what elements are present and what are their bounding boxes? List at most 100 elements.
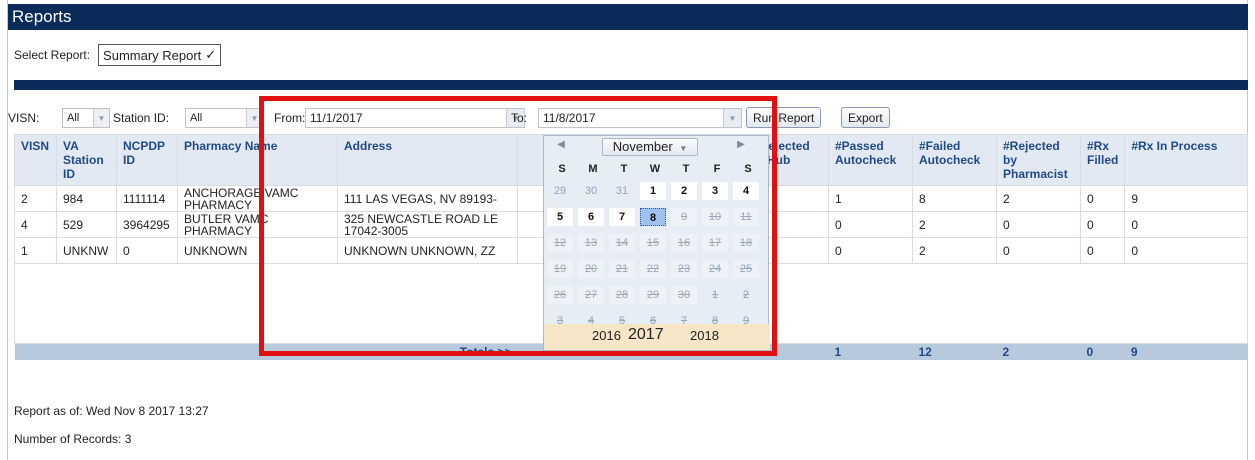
export-button[interactable]: Export <box>841 107 890 128</box>
calendar-day: 13 <box>578 234 604 252</box>
station-id-select[interactable]: All ▼ <box>185 108 263 128</box>
totals-value: 1 <box>828 343 913 360</box>
calendar-day: 1 <box>711 289 719 301</box>
calendar-day: 14 <box>609 234 635 252</box>
table-cell: 0 <box>1079 237 1126 264</box>
next-month-icon[interactable]: ▶ <box>734 139 748 155</box>
from-date-input[interactable]: 11/1/2017 ▼ <box>305 108 525 128</box>
dropdown-arrow-icon: ▼ <box>246 109 262 127</box>
run-report-button[interactable]: Run Report <box>746 107 822 128</box>
column-header: #Failed Autocheck <box>912 134 997 186</box>
table-cell: 0 <box>1124 237 1248 264</box>
to-date-value: 11/8/2017 <box>543 111 596 125</box>
select-report-row: Select Report: Summary Report ✓ <box>14 44 222 66</box>
month-label: November <box>612 139 673 154</box>
column-header: Address <box>337 134 518 186</box>
weekday-label: S <box>744 163 752 175</box>
column-header: #Passed Autocheck <box>828 134 913 186</box>
calendar-day: 30 <box>584 185 598 197</box>
calendar-day: 12 <box>547 234 573 252</box>
table-cell: 0 <box>828 211 913 238</box>
from-label: From: <box>274 111 306 125</box>
table-cell: 4 <box>14 211 57 238</box>
calendar-day: 19 <box>547 260 573 278</box>
table-cell: 2 <box>912 237 997 264</box>
to-label: To: <box>511 111 528 125</box>
calendar-day: 10 <box>702 208 728 226</box>
table-cell: 111 LAS VEGAS, NV 89193- <box>337 185 518 212</box>
calendar-day: 23 <box>671 260 697 278</box>
calendar-day[interactable]: 5 <box>547 208 573 226</box>
calendar-day[interactable]: 4 <box>733 182 759 200</box>
column-header: #Rx In Process <box>1124 134 1248 186</box>
table-cell: 1111114 <box>116 185 178 212</box>
table-cell: 8 <box>912 185 997 212</box>
column-header: VISN <box>14 134 57 186</box>
table-cell: UNKNOWN UNKNOWN, ZZ <box>337 237 518 264</box>
visn-select[interactable]: All ▼ <box>62 108 110 128</box>
dropdown-arrow-icon[interactable]: ▼ <box>723 109 741 127</box>
calendar-day[interactable]: 1 <box>640 182 666 200</box>
weekday-header: S M T W T F S <box>546 158 768 178</box>
filter-row: VISN: All ▼ Station ID: All ▼ From: 11/1… <box>8 107 908 129</box>
calendar-day[interactable]: 2 <box>671 182 697 200</box>
record-count: Number of Records: 3 <box>14 432 132 446</box>
table-cell: 1 <box>828 185 913 212</box>
calendar-day: 2 <box>742 289 750 301</box>
calendar-day: 15 <box>640 234 666 252</box>
table-cell: ANCHORAGE VAMC PHARMACY <box>177 185 338 212</box>
table-cell: 2 <box>912 211 997 238</box>
totals-value: 2 <box>996 343 1081 360</box>
year-option-selected[interactable]: 2017 <box>628 326 664 344</box>
calendar-day: 11 <box>733 208 759 226</box>
to-date-input[interactable]: 11/8/2017 ▼ <box>538 108 742 128</box>
column-header: Pharmacy Name <box>177 134 338 186</box>
date-picker-header: ◀ November ▼ ▶ <box>544 136 770 158</box>
totals-value: 12 <box>912 343 997 360</box>
previous-month-icon[interactable]: ◀ <box>554 139 568 155</box>
calendar-day: 29 <box>553 185 567 197</box>
report-type-select[interactable]: Summary Report ✓ <box>98 44 222 66</box>
year-option[interactable]: 2018 <box>690 328 719 343</box>
calendar-day: 29 <box>640 286 666 304</box>
calendar-day[interactable]: 3 <box>702 182 728 200</box>
weekday-label: W <box>649 163 661 175</box>
column-header: VA Station ID <box>56 134 117 186</box>
calendar-day: 9 <box>671 208 697 226</box>
calendar-day[interactable]: 7 <box>609 208 635 226</box>
weekday-label: S <box>558 163 566 175</box>
calendar-week-row: 26 27 28 29 30 1 2 <box>547 282 767 308</box>
table-cell: 0 <box>116 237 178 264</box>
weekday-label: T <box>682 163 690 175</box>
month-select[interactable]: November ▼ <box>602 138 698 156</box>
calendar-day[interactable]: 6 <box>578 208 604 226</box>
table-cell: 9 <box>1124 185 1248 212</box>
column-header: #Rx Filled <box>1079 134 1126 186</box>
table-cell: 3964295 <box>116 211 178 238</box>
calendar-day: 27 <box>578 286 604 304</box>
station-id-value: All <box>190 112 203 124</box>
calendar-day: 24 <box>702 260 728 278</box>
year-option[interactable]: 2016 <box>592 328 621 343</box>
totals-value: 9 <box>1124 343 1248 360</box>
calendar-day-selected[interactable]: 8 <box>640 208 666 226</box>
section-divider <box>14 80 1248 90</box>
column-header: #Rejected by Pharmacist <box>996 134 1081 186</box>
visn-label: VISN: <box>8 111 40 125</box>
totals-label: Totals >> <box>14 343 518 360</box>
table-cell: 0 <box>828 237 913 264</box>
year-selector: 2016 2017 2018 <box>544 324 770 350</box>
chevron-down-icon: ✓ <box>205 47 217 62</box>
table-cell: 984 <box>56 185 117 212</box>
table-cell: 1 <box>14 237 57 264</box>
dropdown-arrow-icon: ▼ <box>93 109 109 127</box>
table-cell: 325 NEWCASTLE ROAD LE 17042-3005 <box>337 211 518 238</box>
calendar-day: 16 <box>671 234 697 252</box>
calendar-day: 21 <box>609 260 635 278</box>
table-cell: 0 <box>996 237 1081 264</box>
table-cell: BUTLER VAMC PHARMACY <box>177 211 338 238</box>
table-cell: 0 <box>1124 211 1248 238</box>
table-cell: 529 <box>56 211 117 238</box>
calendar-week-row: 5 6 7 8 9 10 11 <box>547 204 767 230</box>
table-cell: 0 <box>996 211 1081 238</box>
